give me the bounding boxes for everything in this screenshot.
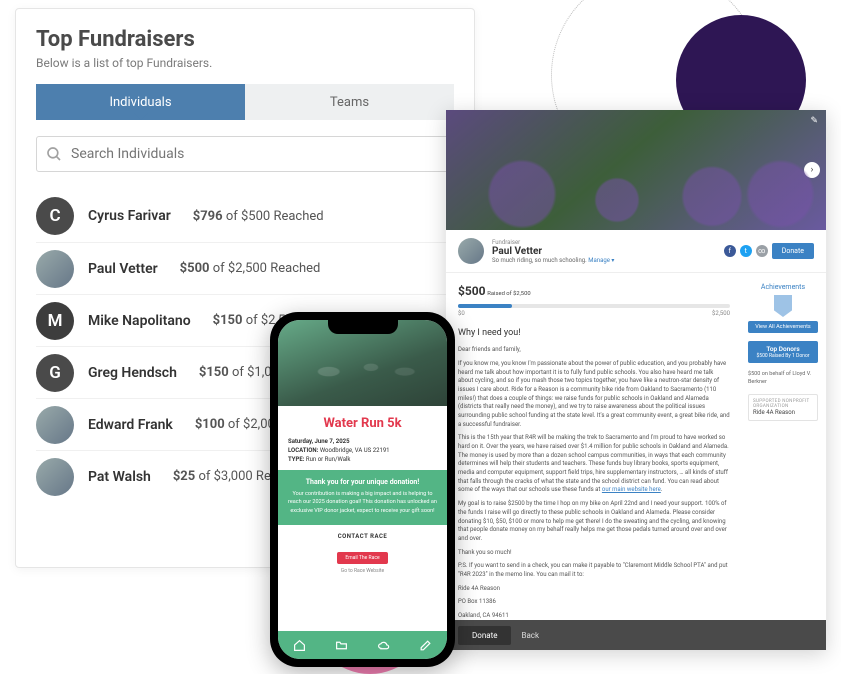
- fundraiser-amount: $500 of $2,500 Reached: [180, 261, 321, 276]
- fundraiser-row[interactable]: Paul Vetter $500 of $2,500 Reached: [36, 242, 454, 294]
- home-icon[interactable]: [292, 638, 306, 652]
- profile-name: Paul Vetter: [492, 246, 614, 257]
- tab-teams[interactable]: Teams: [245, 84, 454, 120]
- event-type: Run or Run/Walk: [306, 456, 351, 463]
- search-icon: [45, 145, 63, 163]
- supported-org-box: SUPPORTED NONPROFIT ORGANIZATION Ride 4A…: [748, 394, 818, 421]
- story-p3: My goal is to raise $2500 by the time I …: [458, 500, 730, 543]
- amount-goal: Raised of $2,500: [487, 291, 530, 297]
- donate-button[interactable]: Donate: [772, 243, 814, 259]
- fundraiser-name: Mike Napolitano: [88, 313, 191, 329]
- profile-hero-image: ✎ ›: [446, 110, 826, 230]
- contact-section: CONTACT RACE Email The Race Go to Race W…: [278, 525, 447, 582]
- avatar-image: [36, 406, 74, 444]
- story-p5: P.S. If you want to send in a check, you…: [458, 562, 730, 579]
- link-icon[interactable]: ∞: [756, 245, 768, 257]
- thanks-headline: Thank you for your unique donation!: [288, 478, 437, 486]
- fundraiser-row[interactable]: C Cyrus Farivar $796 of $500 Reached: [36, 190, 454, 242]
- facebook-icon[interactable]: f: [724, 245, 736, 257]
- twitter-icon[interactable]: t: [740, 245, 752, 257]
- avatar-image: [36, 250, 74, 288]
- org-label: SUPPORTED NONPROFIT ORGANIZATION: [753, 399, 813, 409]
- main-website-link[interactable]: our main website here: [602, 486, 661, 493]
- cloud-icon[interactable]: [377, 638, 391, 652]
- amount-raised: $500: [458, 284, 486, 298]
- carousel-next-button[interactable]: ›: [804, 162, 820, 178]
- progress-bar: [458, 304, 730, 308]
- story-p1: If you know me, you know I'm passionate …: [458, 360, 730, 430]
- story-p2: This is the 15th year that R4R will be m…: [458, 434, 730, 495]
- panel-subtitle: Below is a list of top Fundraisers.: [36, 56, 454, 70]
- thanks-banner: Thank you for your unique donation! Your…: [278, 470, 447, 525]
- phone-screen: Water Run 5k Saturday, June 7, 2025 LOCA…: [278, 320, 447, 659]
- address-line-3: Oakland, CA 94611: [458, 612, 730, 620]
- story-p4: Thank you so much!: [458, 549, 730, 558]
- profile-header: Fundraiser Paul Vetter So much riding, s…: [446, 230, 826, 273]
- bar-min: $0: [458, 310, 465, 319]
- tabs: Individuals Teams: [36, 84, 454, 120]
- achievement-badge-icon: [774, 295, 792, 317]
- view-all-achievements-button[interactable]: View All Achievements: [748, 321, 818, 333]
- phone-mockup: Water Run 5k Saturday, June 7, 2025 LOCA…: [270, 312, 455, 667]
- location-label: LOCATION:: [288, 447, 318, 454]
- fundraiser-name: Pat Walsh: [88, 469, 151, 485]
- fundraiser-profile-panel: ✎ › Fundraiser Paul Vetter So much ridin…: [446, 110, 826, 650]
- search-bar[interactable]: [36, 136, 454, 172]
- event-location: Woodbridge, VA US 22191: [320, 447, 390, 454]
- contact-label: CONTACT RACE: [278, 533, 447, 540]
- search-input[interactable]: [71, 146, 445, 162]
- tab-individuals[interactable]: Individuals: [36, 84, 245, 120]
- fundraiser-amount: $796 of $500 Reached: [193, 209, 324, 224]
- top-donors-title: Top Donors: [750, 345, 816, 353]
- phone-notch: [328, 320, 398, 334]
- avatar: [458, 238, 484, 264]
- achievements-box: Achievements View All Achievements: [748, 283, 818, 333]
- event-meta: Saturday, June 7, 2025 LOCATION: Woodbri…: [278, 437, 447, 470]
- footer-back-button[interactable]: Back: [521, 631, 539, 640]
- profile-role: Fundraiser: [492, 239, 614, 246]
- edit-icon[interactable]: [419, 638, 433, 652]
- top-donors-box: Top Donors $500 Raised By 1 Donor: [748, 341, 818, 363]
- bar-max: $2,500: [712, 310, 730, 319]
- manage-link[interactable]: Manage ▾: [588, 257, 614, 264]
- phone-nav: [278, 631, 447, 659]
- story-heading: Why I need you!: [458, 327, 730, 340]
- event-title: Water Run 5k: [278, 406, 447, 437]
- org-name: Ride 4A Reason: [753, 409, 813, 416]
- avatar-initial: M: [36, 302, 74, 340]
- email-race-button[interactable]: Email The Race: [337, 552, 387, 564]
- type-label: TYPE:: [288, 456, 304, 463]
- folder-icon[interactable]: [334, 638, 348, 652]
- achievements-title: Achievements: [748, 283, 818, 291]
- thanks-body: Your contribution is making a big impact…: [288, 490, 437, 515]
- race-website-link[interactable]: Go to Race Website: [278, 568, 447, 574]
- avatar-initial: C: [36, 197, 74, 235]
- address-line-2: PO Box 11386: [458, 598, 730, 607]
- fundraiser-name: Paul Vetter: [88, 261, 158, 277]
- donor-entry: $500 on behalf of Lloyd V. Berkner: [748, 371, 818, 386]
- profile-footer: Donate Back: [446, 620, 826, 650]
- story-greeting: Dear friends and family,: [458, 346, 730, 355]
- fundraiser-name: Cyrus Farivar: [88, 208, 171, 224]
- fundraiser-name: Greg Hendsch: [88, 365, 177, 381]
- event-date: Saturday, June 7, 2025: [288, 438, 350, 445]
- avatar-image: [36, 458, 74, 496]
- edit-icon[interactable]: ✎: [810, 116, 818, 126]
- footer-donate-button[interactable]: Donate: [458, 626, 511, 645]
- panel-title: Top Fundraisers: [36, 27, 454, 52]
- profile-main: $500 Raised of $2,500 $0 $2,500 Why I nee…: [446, 273, 740, 620]
- profile-tagline: So much riding, so much schooling. Manag…: [492, 257, 614, 264]
- top-donors-sub: $500 Raised By 1 Donor: [750, 353, 816, 359]
- avatar-initial: G: [36, 354, 74, 392]
- address-line-1: Ride 4A Reason: [458, 585, 730, 594]
- profile-sidebar: Achievements View All Achievements Top D…: [740, 273, 826, 620]
- fundraiser-name: Edward Frank: [88, 417, 173, 433]
